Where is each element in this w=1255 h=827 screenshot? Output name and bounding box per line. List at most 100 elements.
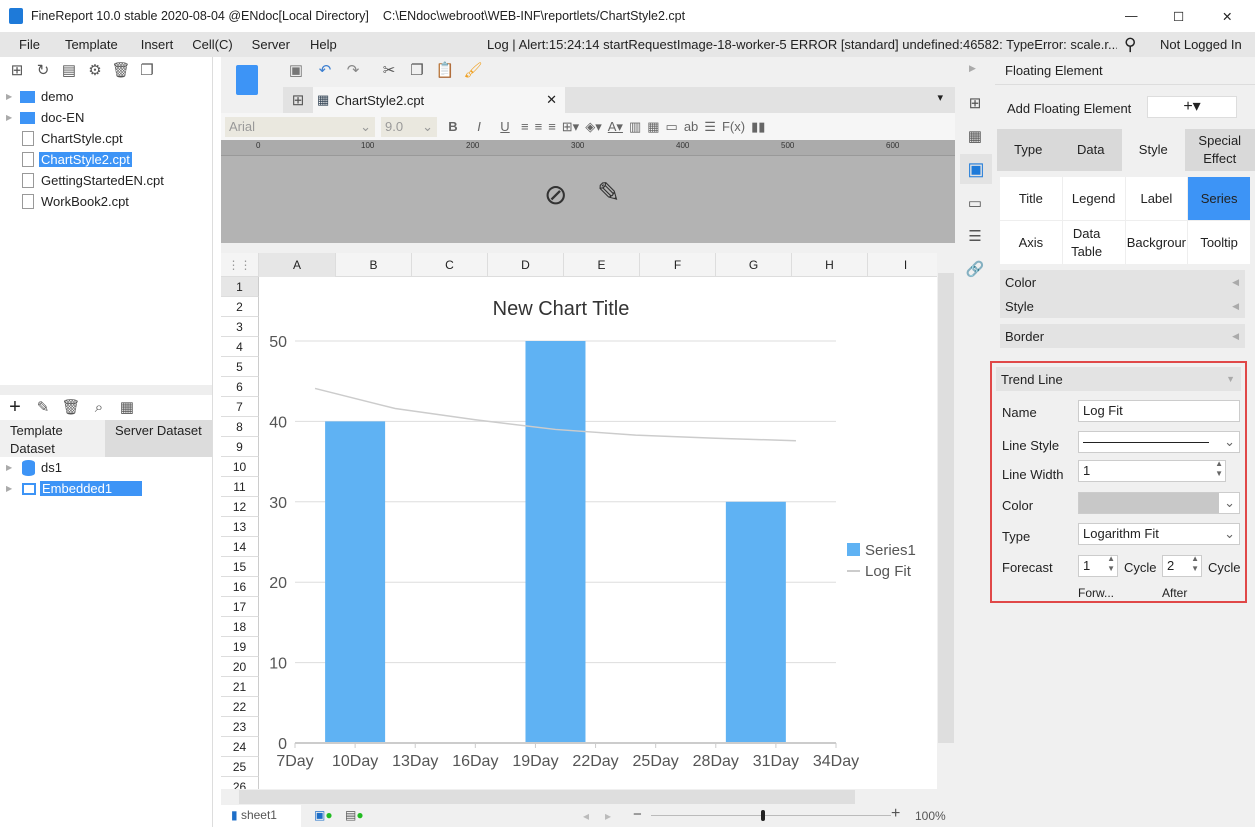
chart-icon[interactable]: ▮▮: [751, 119, 765, 135]
section-border[interactable]: Border ◀: [1000, 324, 1245, 348]
subtab-legend[interactable]: Legend: [1062, 177, 1125, 220]
zoom-in-button[interactable]: +: [891, 805, 900, 823]
delete-icon[interactable]: 🗑: [110, 59, 132, 81]
menu-insert[interactable]: Insert: [141, 37, 174, 52]
tree-file[interactable]: GettingStartedEN.cpt: [0, 170, 212, 191]
col-header[interactable]: G: [716, 253, 792, 277]
menu-cell[interactable]: Cell(C): [192, 37, 232, 52]
insert-text-icon[interactable]: ▭: [666, 119, 678, 135]
row-header[interactable]: 1: [221, 277, 259, 297]
align-center-icon[interactable]: ≡: [535, 119, 543, 134]
menu-template[interactable]: Template: [65, 37, 118, 52]
border-icon[interactable]: ⊞▾: [562, 119, 579, 135]
zoom-slider-thumb[interactable]: [761, 810, 765, 821]
menu-file[interactable]: File: [19, 37, 40, 52]
open-icon[interactable]: ▤: [58, 59, 80, 81]
add-report-sheet-icon[interactable]: ▣●: [314, 808, 333, 822]
row-header[interactable]: 11: [221, 477, 259, 497]
row-header[interactable]: 7: [221, 397, 259, 417]
tree-folder-doc-en[interactable]: ▶ doc-EN: [0, 107, 212, 128]
split-cells-icon[interactable]: ▦: [647, 119, 659, 135]
merge-cells-icon[interactable]: ▥: [629, 119, 641, 135]
dataset-ds1[interactable]: ▶ ds1: [0, 457, 212, 478]
close-tab-icon[interactable]: ✕: [546, 92, 557, 108]
add-dataset-icon[interactable]: +: [4, 396, 26, 418]
row-header[interactable]: 22: [221, 697, 259, 717]
search-icon[interactable]: ⚲: [1124, 35, 1136, 55]
maximize-button[interactable]: ☐: [1173, 9, 1184, 24]
new-folder-icon[interactable]: ⊞: [6, 59, 28, 81]
font-size-select[interactable]: 9.0 ⌄: [381, 116, 437, 137]
login-status[interactable]: Not Logged In: [1160, 37, 1242, 52]
wrap-icon[interactable]: ☰: [704, 119, 716, 135]
col-header[interactable]: C: [412, 253, 488, 277]
dataset-settings-icon[interactable]: ▦: [116, 396, 138, 418]
row-header[interactable]: 10: [221, 457, 259, 477]
tree-folder-demo[interactable]: ▶ demo: [0, 86, 212, 107]
save-icon[interactable]: ▣: [285, 59, 307, 81]
file-tab[interactable]: ▦ ChartStyle2.cpt ✕: [313, 87, 565, 113]
trend-color-select[interactable]: ⌄: [1078, 492, 1240, 514]
subtab-label[interactable]: Label: [1125, 177, 1188, 220]
zoom-slider[interactable]: [651, 810, 891, 821]
add-floating-element-button[interactable]: +▾: [1147, 96, 1237, 118]
minimize-button[interactable]: —: [1125, 9, 1138, 23]
panel-splitter[interactable]: [0, 385, 212, 395]
cell-attributes-icon[interactable]: ⊞: [964, 92, 986, 114]
preview-icon[interactable]: ⌕: [88, 396, 110, 418]
col-header[interactable]: F: [640, 253, 716, 277]
tab-type[interactable]: Type: [997, 129, 1060, 171]
subtab-data-table[interactable]: Data Table: [1062, 221, 1125, 264]
cut-icon[interactable]: ✂: [378, 59, 400, 81]
prev-sheet-icon[interactable]: ◂: [583, 809, 589, 823]
row-header[interactable]: 25: [221, 757, 259, 777]
align-right-icon[interactable]: ≡: [548, 119, 556, 134]
subtab-background[interactable]: Backgrour: [1125, 221, 1188, 264]
font-select[interactable]: Arial ⌄: [225, 116, 375, 137]
tree-file[interactable]: WorkBook2.cpt: [0, 191, 212, 212]
row-header[interactable]: 13: [221, 517, 259, 537]
add-dashboard-sheet-icon[interactable]: ▤●: [345, 808, 364, 822]
tab-menu-icon[interactable]: ▾: [937, 91, 943, 104]
hide-eye-icon[interactable]: ⊘: [544, 178, 567, 211]
subtab-title[interactable]: Title: [1000, 177, 1062, 220]
menu-server[interactable]: Server: [252, 37, 290, 52]
new-template-icon[interactable]: ⊞: [287, 89, 309, 111]
subtab-axis[interactable]: Axis: [1000, 221, 1062, 264]
trend-name-input[interactable]: Log Fit: [1078, 400, 1240, 422]
chart[interactable]: New Chart Title 0 10 20 30 40 50 7Day 10Day 13Day…: [259, 277, 937, 789]
sheet-tab[interactable]: ▮ sheet1: [221, 805, 301, 827]
section-style[interactable]: Style ◀: [1000, 294, 1245, 318]
trend-line-header[interactable]: Trend Line ▼: [996, 367, 1241, 391]
col-header[interactable]: D: [488, 253, 564, 277]
row-header[interactable]: 8: [221, 417, 259, 437]
edit-icon[interactable]: ✎: [32, 396, 54, 418]
log-message[interactable]: Log | Alert:15:24:14 startRequestImage-1…: [487, 37, 1117, 52]
bold-button[interactable]: B: [443, 119, 463, 134]
tab-server-dataset[interactable]: Server Dataset: [105, 420, 212, 457]
col-header[interactable]: E: [564, 253, 640, 277]
italic-button[interactable]: I: [469, 119, 489, 134]
paste-icon[interactable]: 📋: [434, 59, 456, 81]
row-header[interactable]: 3: [221, 317, 259, 337]
fill-color-icon[interactable]: ◈▾: [585, 119, 602, 135]
row-header[interactable]: 16: [221, 577, 259, 597]
row-header[interactable]: 2: [221, 297, 259, 317]
copy-icon[interactable]: ❐: [406, 59, 428, 81]
col-header[interactable]: H: [792, 253, 868, 277]
row-header[interactable]: 17: [221, 597, 259, 617]
col-header[interactable]: I: [868, 253, 937, 277]
format-painter-icon[interactable]: 🖌: [462, 59, 484, 81]
line-style-select[interactable]: ⌄: [1078, 431, 1240, 453]
hyperlink-icon[interactable]: 🔗: [964, 258, 986, 280]
align-left-icon[interactable]: ≡: [521, 119, 529, 134]
template-preview-icon[interactable]: [236, 65, 258, 95]
row-header[interactable]: 26: [221, 777, 259, 789]
zoom-out-button[interactable]: −: [633, 806, 642, 823]
row-header[interactable]: 19: [221, 637, 259, 657]
line-width-stepper[interactable]: 1 ▲ ▼: [1078, 459, 1226, 482]
row-header[interactable]: 24: [221, 737, 259, 757]
tab-special-effect[interactable]: Special Effect: [1184, 129, 1255, 171]
condition-icon[interactable]: ☰: [964, 225, 986, 247]
font-color-icon[interactable]: A▾: [608, 119, 623, 135]
